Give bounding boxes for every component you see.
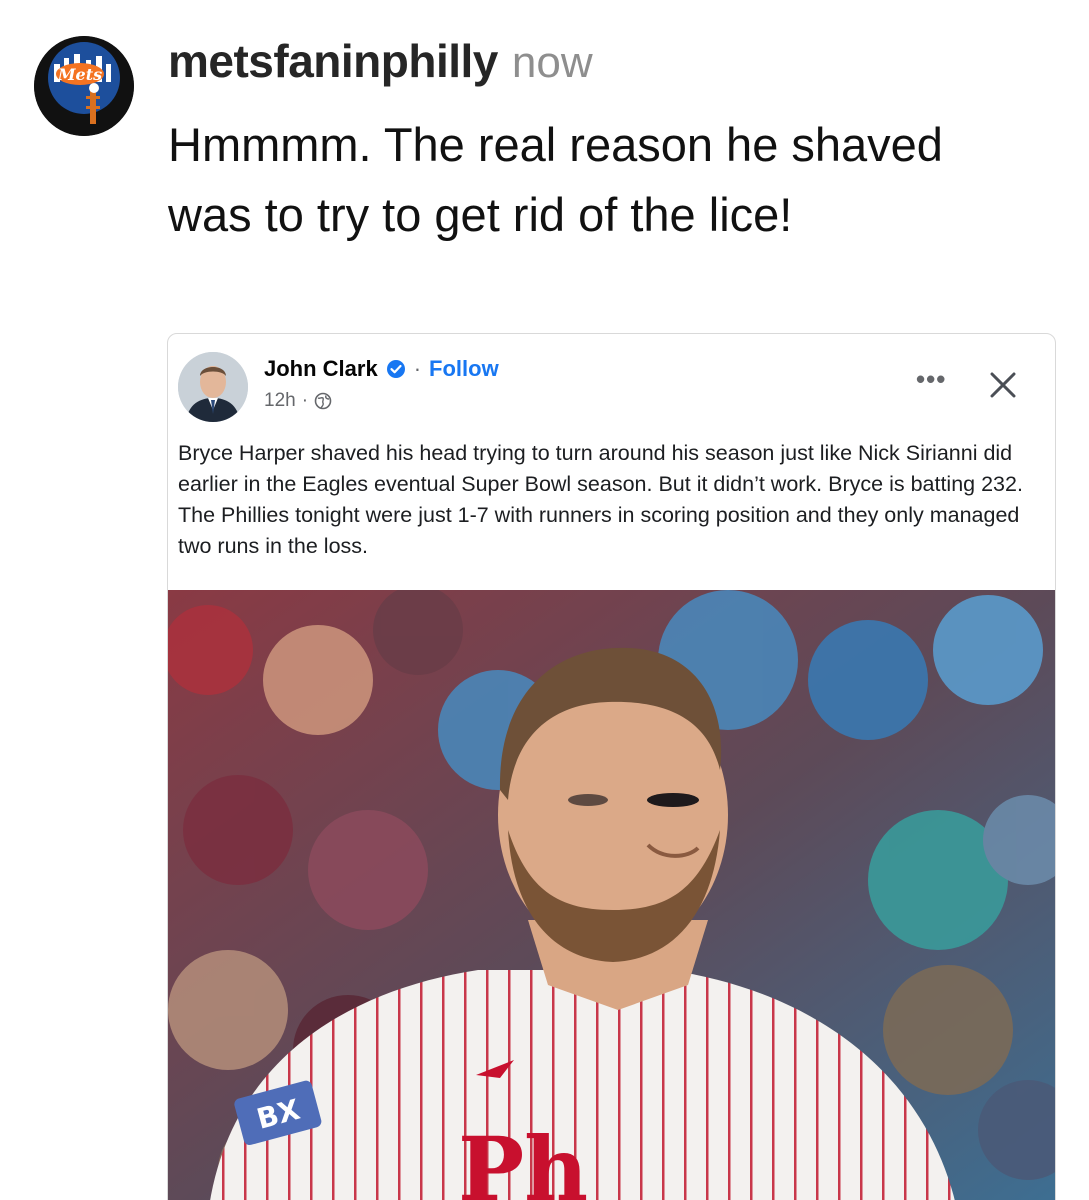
author-name[interactable]: John Clark	[264, 356, 378, 382]
embedded-post-text: Bryce Harper shaved his head trying to t…	[178, 441, 1023, 558]
post-caption: Hmmmm. The real reason he shaved was to …	[168, 118, 943, 241]
mets-logo-avatar: Mets	[34, 36, 134, 136]
verified-badge-icon	[386, 360, 405, 378]
jersey-lettering: Ph	[458, 1117, 588, 1200]
follow-button[interactable]: Follow	[429, 356, 499, 382]
close-icon[interactable]	[986, 368, 1020, 402]
globe-icon	[314, 392, 332, 410]
meta-separator: ·	[301, 390, 309, 411]
post-time[interactable]: 12h	[264, 390, 296, 412]
threads-post: Mets metsfaninphilly now Hmmmm. The real…	[0, 0, 1089, 1200]
separator-dot: ·	[413, 356, 422, 381]
svg-text:Mets: Mets	[57, 65, 102, 84]
author-row: John Clark · Follow	[264, 356, 499, 382]
more-options-button[interactable]: •••	[916, 364, 946, 395]
post-header: metsfaninphilly now	[168, 34, 593, 88]
username[interactable]: metsfaninphilly	[168, 34, 498, 88]
user-avatar[interactable]: Mets	[34, 36, 134, 136]
embedded-facebook-post[interactable]: John Clark · Follow 12h · ••• Bryce Harp…	[167, 333, 1056, 1200]
author-photo	[178, 352, 248, 422]
post-meta: 12h ·	[264, 390, 332, 412]
author-avatar[interactable]	[178, 352, 248, 422]
post-timestamp: now	[511, 38, 593, 87]
post-photo[interactable]: BX Ph	[168, 590, 1055, 1200]
